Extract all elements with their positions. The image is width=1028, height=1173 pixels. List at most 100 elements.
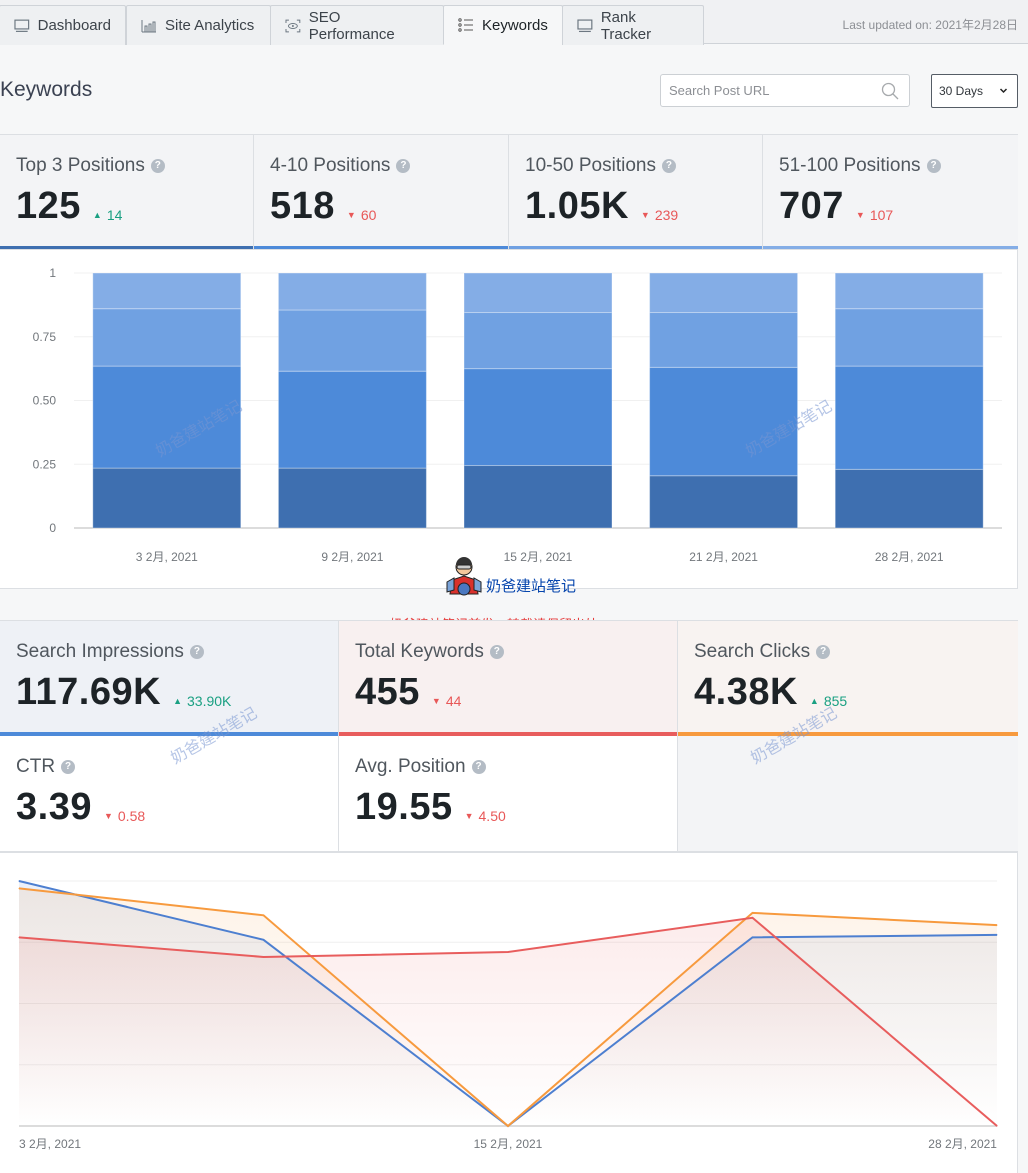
x-tick-label: 15 2月, 2021: [474, 1137, 543, 1151]
tab-site-analytics[interactable]: Site Analytics: [126, 5, 271, 45]
last-updated: Last updated on: 2021年2月28日: [842, 18, 1018, 32]
stat-value: 455: [355, 671, 420, 713]
x-tick-label: 21 2月, 2021: [689, 550, 758, 564]
page-title: Keywords: [0, 78, 93, 101]
data-point: [752, 912, 753, 914]
chevron-down-icon: [999, 88, 1008, 94]
help-icon[interactable]: ?: [471, 760, 486, 774]
data-point: [263, 956, 264, 958]
list-icon: [458, 18, 473, 32]
arrow-down-icon: ▼: [640, 210, 650, 220]
help-icon[interactable]: ?: [396, 159, 411, 173]
stat-value: 707: [779, 185, 844, 227]
data-point: [996, 1125, 998, 1127]
stat-search-impressions: Search Impressions? 117.69K ▲ 33.90K: [0, 621, 339, 736]
stat-value: 1.05K: [525, 185, 629, 227]
stat-value: 125: [16, 185, 81, 227]
tab-keywords[interactable]: Keywords: [443, 5, 563, 45]
help-icon[interactable]: ?: [661, 159, 676, 173]
delta-value: 4.50: [478, 808, 506, 824]
help-icon[interactable]: ?: [816, 645, 831, 659]
line-chart-svg: 3 2月, 2021 15 2月, 2021 28 2月, 2021: [18, 880, 998, 1151]
y-tick-label: 0.50: [33, 394, 57, 408]
data-point: [996, 924, 998, 926]
stat-top-3: Top 3 Positions? 125 ▲ 14: [0, 135, 254, 250]
bar-segment: [649, 475, 799, 529]
tab-label: Keywords: [482, 16, 548, 34]
bar-segment: [649, 312, 799, 368]
stat-search-clicks: Search Clicks? 4.38K ▲ 855: [678, 621, 1018, 736]
help-icon[interactable]: ?: [189, 645, 204, 659]
bar-segment: [834, 468, 984, 529]
stat-delta: ▼ 44: [432, 693, 462, 709]
monitor-icon: [577, 18, 593, 32]
stat-value: 19.55: [355, 786, 453, 828]
bar-segment: [834, 272, 984, 310]
tab-label: Site Analytics: [165, 17, 255, 34]
y-tick-label: 1: [49, 266, 56, 280]
help-icon[interactable]: ?: [150, 159, 165, 173]
data-point: [18, 887, 20, 889]
tab-seo-performance[interactable]: SEO Performance: [270, 5, 444, 45]
stat-10-50: 10-50 Positions? 1.05K ▼ 239: [509, 135, 763, 250]
bar-segment: [92, 365, 242, 469]
help-icon[interactable]: ?: [489, 645, 504, 659]
delta-value: 14: [106, 207, 123, 223]
x-tick-label: 3 2月, 2021: [136, 550, 198, 564]
stat-51-100: 51-100 Positions? 707 ▼ 107: [763, 135, 1018, 250]
data-point: [18, 936, 20, 938]
stat-4-10: 4-10 Positions? 518 ▼ 60: [254, 135, 509, 250]
stat-empty: [678, 736, 1018, 851]
stat-total-keywords: Total Keywords? 455 ▼ 44: [339, 621, 678, 736]
stat-delta: ▲ 33.90K: [173, 693, 231, 709]
search-post-url[interactable]: [660, 74, 910, 107]
stat-value: 4.38K: [694, 671, 798, 713]
search-input[interactable]: [661, 75, 871, 106]
stat-value: 117.69K: [16, 671, 162, 713]
keyword-positions-chart: 0 0.25 0.50 0.75 1 3 2月, 2021 9 2月, 2021 15 2月,…: [0, 249, 1018, 589]
stat-label: 4-10 Positions: [270, 155, 391, 176]
data-point: [752, 917, 753, 919]
arrow-down-icon: ▼: [464, 811, 474, 821]
bar-segment: [277, 309, 427, 372]
y-tick-label: 0.75: [33, 330, 57, 344]
watermark-brand: 奶爸建站笔记: [444, 556, 576, 596]
stat-ctr: CTR? 3.39 ▼ 0.58: [0, 736, 339, 851]
data-point: [507, 1125, 509, 1127]
tab-label: SEO Performance: [308, 8, 395, 43]
mascot-icon: [446, 557, 482, 596]
tab-label: Rank Tracker: [600, 8, 652, 43]
arrow-down-icon: ▼: [431, 696, 441, 706]
delta-value: 239: [654, 207, 679, 223]
y-tick-label: 0.25: [33, 457, 57, 471]
help-icon[interactable]: ?: [61, 760, 76, 774]
stat-label: 10-50 Positions: [525, 155, 656, 176]
stat-label: Top 3 Positions: [16, 155, 145, 176]
position-stats: Top 3 Positions? 125 ▲ 14 4-10 Positions? …: [0, 134, 1018, 250]
stat-delta: ▼ 0.58: [104, 808, 145, 824]
stat-label: Search Impressions: [16, 641, 184, 662]
stat-label: CTR: [16, 756, 56, 777]
bar-chart-icon: [141, 19, 156, 32]
tab-dashboard[interactable]: Dashboard: [0, 5, 126, 45]
stat-delta: ▲ 855: [810, 693, 847, 709]
delta-value: 0.58: [117, 808, 146, 824]
quality-stats: CTR? 3.39 ▼ 0.58 Avg. Position? 19.55 ▼ 4.50: [0, 736, 1018, 852]
search-icon[interactable]: [881, 82, 899, 100]
x-tick-label: 9 2月, 2021: [321, 550, 383, 564]
bar-chart-svg: 00.250.500.7513 2月, 2021 9 2月, 2021 15 2月,…: [33, 266, 1002, 564]
arrow-up-icon: ▲: [173, 696, 182, 706]
bar-segment: [277, 370, 427, 469]
delta-value: 60: [360, 207, 377, 223]
stat-delta: ▼ 239: [641, 207, 678, 223]
stat-delta: ▼ 107: [856, 207, 893, 223]
delta-value: 44: [445, 693, 462, 709]
data-point: [996, 934, 998, 936]
date-range-select[interactable]: 30 Days: [931, 74, 1018, 108]
monitor-icon: [14, 19, 30, 32]
stat-value: 518: [270, 185, 335, 227]
traffic-trend-chart: 3 2月, 2021 15 2月, 2021 28 2月, 2021: [0, 852, 1018, 1173]
help-icon[interactable]: ?: [926, 159, 941, 173]
tab-rank-tracker[interactable]: Rank Tracker: [562, 5, 704, 45]
data-point: [752, 936, 753, 938]
